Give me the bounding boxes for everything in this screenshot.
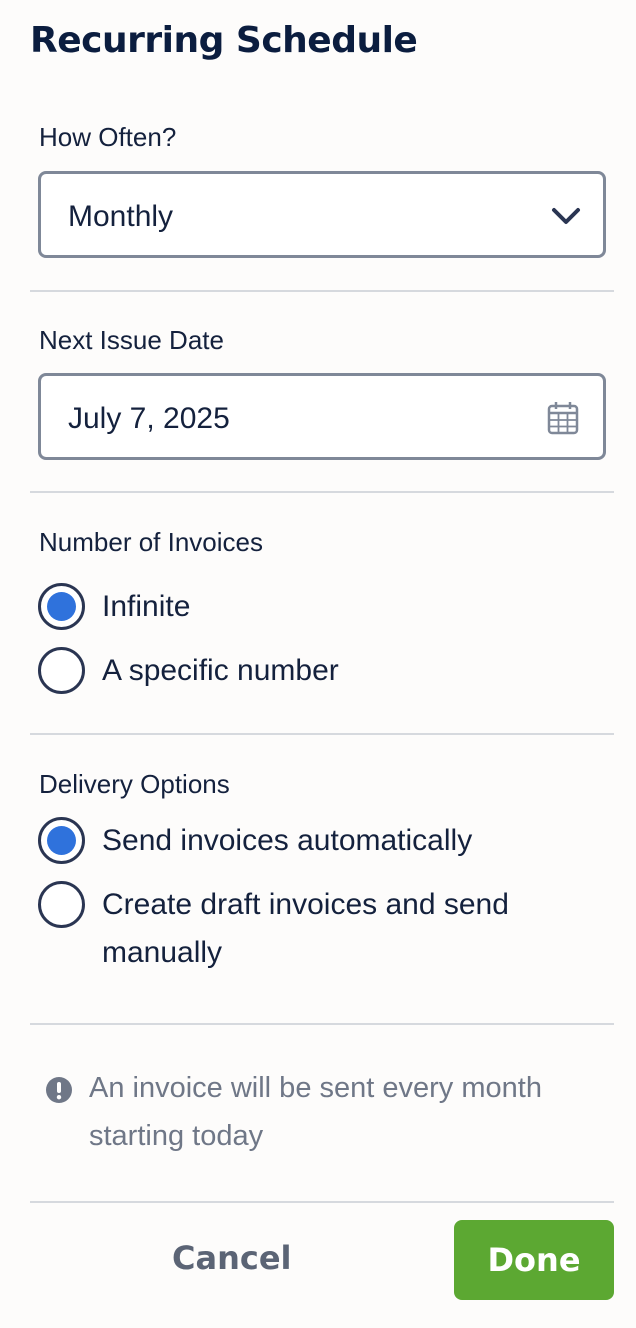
next-issue-date-value: July 7, 2025 xyxy=(68,402,230,435)
recurring-schedule-panel: Recurring Schedule How Often? Monthly Ne… xyxy=(30,0,614,1328)
delivery-options-label: Delivery Options xyxy=(39,769,230,799)
radio-option-send-automatically[interactable]: Send invoices automatically xyxy=(38,817,608,865)
page-title: Recurring Schedule xyxy=(30,20,418,61)
info-text: An invoice will be sent every month star… xyxy=(89,1072,542,1152)
radio-option-specific-number[interactable]: A specific number xyxy=(38,647,608,695)
radio-label: Create draft invoices and send manually xyxy=(102,888,509,969)
divider xyxy=(30,1023,614,1025)
next-issue-date-label: Next Issue Date xyxy=(39,325,224,355)
radio-button-checked[interactable] xyxy=(38,817,85,864)
radio-button-unchecked[interactable] xyxy=(38,881,85,928)
radio-option-infinite[interactable]: Infinite xyxy=(38,583,608,631)
radio-label: A specific number xyxy=(102,654,339,687)
exclamation-circle-icon xyxy=(46,1077,72,1103)
done-button[interactable]: Done xyxy=(454,1220,614,1300)
chevron-down-icon xyxy=(552,208,580,224)
radio-button-unchecked[interactable] xyxy=(38,647,85,694)
next-issue-date-input[interactable]: July 7, 2025 xyxy=(38,373,606,460)
radio-button-checked[interactable] xyxy=(38,583,85,630)
divider xyxy=(30,491,614,493)
number-of-invoices-label: Number of Invoices xyxy=(39,527,263,557)
radio-option-draft-manual[interactable]: Create draft invoices and send manually xyxy=(38,881,608,969)
calendar-icon[interactable] xyxy=(547,401,579,435)
divider xyxy=(30,1201,614,1203)
frequency-value: Monthly xyxy=(68,200,174,233)
cancel-button[interactable]: Cancel xyxy=(172,1239,292,1277)
radio-label: Send invoices automatically xyxy=(102,824,473,857)
radio-label: Infinite xyxy=(102,590,191,623)
divider xyxy=(30,290,614,292)
how-often-label: How Often? xyxy=(39,122,177,152)
divider xyxy=(30,733,614,735)
frequency-select[interactable]: Monthly xyxy=(38,171,606,258)
